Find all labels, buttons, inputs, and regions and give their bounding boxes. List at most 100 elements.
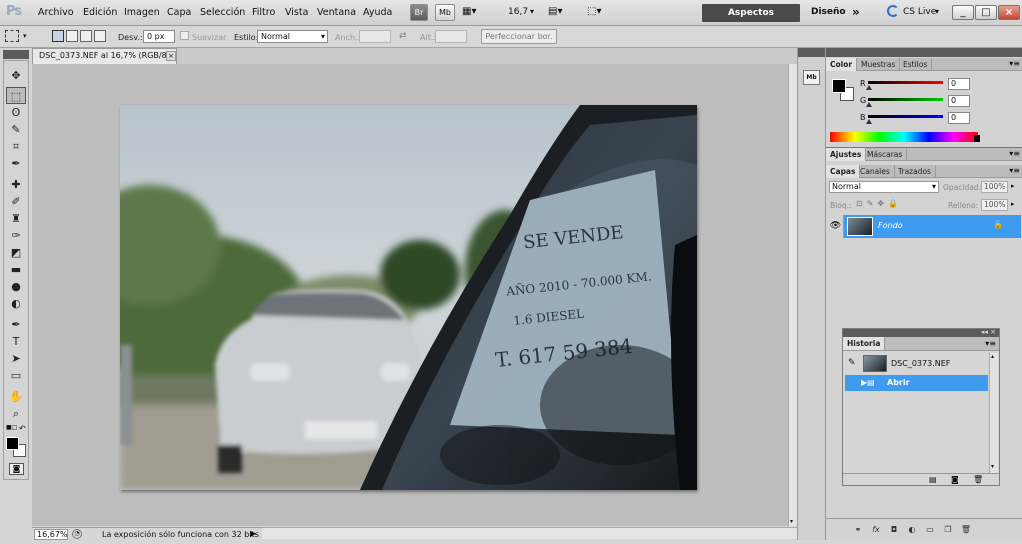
panel-menu-icon[interactable]: ▾≡ (1009, 60, 1020, 68)
slider-handle-icon[interactable] (866, 85, 872, 90)
history-brush-tool-icon[interactable]: ✑ (6, 227, 26, 244)
foreground-color-swatch[interactable] (6, 437, 19, 450)
black-swatch[interactable] (974, 135, 980, 142)
layer-style-icon[interactable]: fx (870, 525, 882, 535)
history-step-abrir[interactable]: ▶▤ Abrir (845, 375, 988, 391)
menu-edicion[interactable]: Edición (83, 7, 117, 18)
menu-seleccion[interactable]: Selección (200, 7, 245, 18)
zoom-tool-icon[interactable]: ⌕ (6, 405, 26, 422)
scroll-up-icon[interactable]: ▴ (991, 353, 994, 360)
visibility-eye-icon[interactable]: 👁 (828, 215, 844, 238)
intersect-selection-icon[interactable] (94, 30, 106, 42)
new-layer-icon[interactable]: ❐ (942, 525, 954, 535)
height-input[interactable] (435, 30, 467, 43)
marquee-tool-icon[interactable]: ⬚ (6, 87, 26, 104)
cslive-dropdown-icon[interactable]: ▾ (935, 7, 939, 16)
menu-ayuda[interactable]: Ayuda (363, 7, 392, 18)
slider-handle-icon[interactable] (866, 119, 872, 124)
tab-mascaras[interactable]: Máscaras (863, 148, 908, 161)
toolbar-header[interactable] (3, 50, 29, 59)
screen-mode-icon[interactable]: ⬚▾ (587, 6, 601, 17)
workspace-design-button[interactable]: Diseño (811, 7, 846, 17)
bridge-button[interactable]: Br (410, 4, 428, 21)
menu-archivo[interactable]: Archivo (38, 7, 74, 18)
minibridge-button[interactable]: Mb (435, 4, 455, 21)
dodge-tool-icon[interactable]: ◐ (6, 295, 26, 312)
panel-dock-header[interactable] (826, 48, 1022, 57)
slider-handle-icon[interactable] (866, 102, 872, 107)
menu-filtro[interactable]: Filtro (252, 7, 275, 18)
panel-menu-icon[interactable]: ▾≡ (985, 339, 996, 348)
document-image[interactable]: SE VENDE AÑO 2010 - 70.000 KM. 1.6 DIESE… (120, 105, 697, 490)
add-mask-icon[interactable]: ◘ (888, 525, 900, 535)
cslive-button[interactable]: CS Live (903, 7, 936, 17)
quick-mask-icon[interactable]: ◙ (9, 463, 24, 475)
document-tab[interactable]: DSC_0373.NEF al 16,7% (RGB/8) × (32, 48, 177, 64)
eyedropper-tool-icon[interactable]: ✒ (6, 155, 26, 172)
opacity-arrow-icon[interactable]: ▸ (1011, 182, 1015, 190)
blend-mode-select[interactable]: Normal ▾ (829, 181, 939, 193)
width-input[interactable] (359, 30, 391, 43)
fg-color-swatch[interactable] (832, 79, 846, 93)
type-tool-icon[interactable]: T (6, 333, 26, 350)
status-menu-arrow-icon[interactable]: ▶ (250, 529, 256, 538)
crop-tool-icon[interactable]: ⌗ (6, 138, 26, 155)
channel-g-slider[interactable] (868, 98, 943, 101)
history-scrollbar[interactable]: ▴ ▾ (989, 353, 998, 473)
eraser-tool-icon[interactable]: ◩ (6, 244, 26, 261)
maximize-button[interactable]: □ (975, 5, 997, 20)
channel-r-slider[interactable] (868, 81, 943, 84)
default-colors-icon[interactable]: ■□ (6, 424, 17, 431)
menu-vista[interactable]: Vista (285, 7, 308, 18)
scroll-down-icon[interactable]: ▾ (790, 518, 793, 525)
marquee-tool-preset-icon[interactable] (5, 30, 19, 42)
new-group-icon[interactable]: ▭ (924, 525, 936, 535)
workspace-essentials-button[interactable]: Aspectos esenciales (702, 4, 800, 36)
history-panel-header[interactable]: ◂◂ × (843, 328, 999, 337)
blur-tool-icon[interactable]: ● (6, 278, 26, 295)
tab-trazados[interactable]: Trazados (894, 165, 936, 178)
scroll-down-icon[interactable]: ▾ (991, 463, 994, 470)
swap-icon[interactable]: ⇄ (399, 31, 407, 41)
tab-muestras[interactable]: Muestras (857, 58, 901, 71)
gradient-tool-icon[interactable]: ▬ (6, 261, 26, 278)
zoom-dropdown-icon[interactable]: ▾ (530, 7, 534, 16)
tab-color[interactable]: Color (826, 58, 858, 71)
style-select[interactable]: Normal ▾ (257, 30, 328, 43)
trash-icon[interactable]: 🗑 (960, 525, 972, 535)
tab-historia[interactable]: Historia (843, 337, 886, 350)
clone-stamp-tool-icon[interactable]: ♜ (6, 210, 26, 227)
hand-tool-icon[interactable]: ✋ (6, 388, 26, 405)
tab-canales[interactable]: Canales (856, 165, 895, 178)
move-tool-icon[interactable]: ✥ (6, 67, 26, 84)
layer-row-fondo[interactable]: 👁 Fondo 🔒 (828, 215, 1021, 238)
preset-dropdown-icon[interactable]: ▾ (23, 32, 27, 40)
channel-r-input[interactable]: 0 (948, 78, 970, 90)
opacity-input[interactable]: 100% (981, 181, 1008, 193)
history-brush-source-icon[interactable]: ✎ (848, 358, 856, 368)
arrange-documents-icon[interactable]: ▤▾ (548, 6, 562, 17)
healing-brush-tool-icon[interactable]: ✚ (6, 176, 26, 193)
trash-icon[interactable]: 🗑 (973, 475, 983, 484)
horizontal-scrollbar[interactable] (262, 527, 797, 539)
zoom-level[interactable]: 16,7 (508, 7, 528, 17)
swap-colors-icon[interactable]: ↶ (19, 424, 26, 433)
lasso-tool-icon[interactable]: ʘ (6, 104, 26, 121)
color-spectrum-bar[interactable] (830, 132, 978, 142)
shape-tool-icon[interactable]: ▭ (6, 367, 26, 384)
feather-input[interactable]: 0 px (143, 30, 175, 43)
menu-capa[interactable]: Capa (167, 7, 191, 18)
close-icon[interactable]: × (166, 51, 176, 61)
path-select-tool-icon[interactable]: ➤ (6, 350, 26, 367)
add-selection-icon[interactable] (66, 30, 78, 42)
antialias-checkbox[interactable] (180, 31, 189, 40)
vertical-scrollbar[interactable]: ▾ (788, 64, 797, 526)
new-snapshot-icon[interactable]: ◙ (951, 475, 959, 484)
panel-menu-icon[interactable]: ▾≡ (1009, 167, 1020, 175)
zoom-input[interactable]: 16,67% (34, 529, 68, 540)
pen-tool-icon[interactable]: ✒ (6, 316, 26, 333)
tab-ajustes[interactable]: Ajustes (826, 148, 867, 161)
history-snapshot-row[interactable]: ✎ DSC_0373.NEF (845, 353, 988, 375)
tab-estilos[interactable]: Estilos (899, 58, 933, 71)
lock-icons[interactable]: ⊡✎✥🔒 (856, 199, 902, 208)
